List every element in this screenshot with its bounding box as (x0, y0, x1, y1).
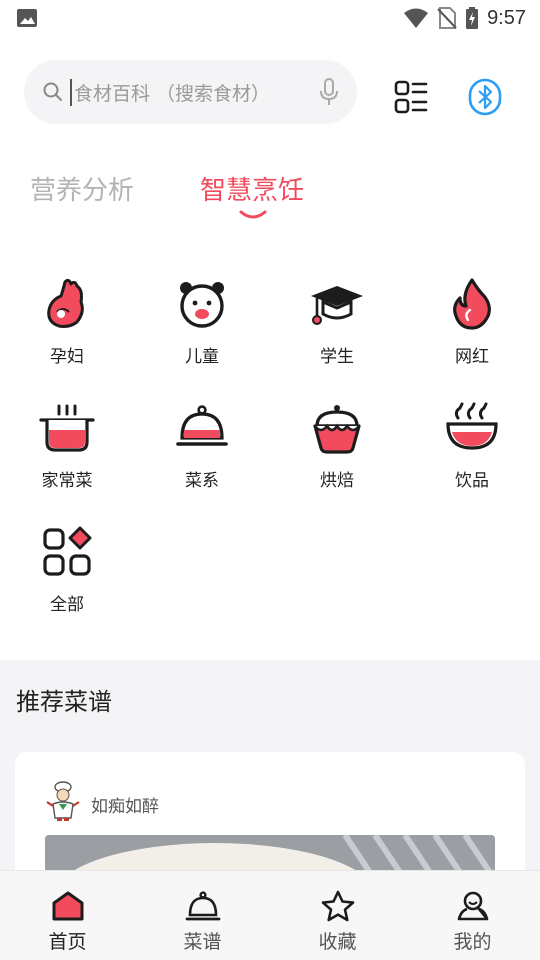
bear-face-icon (180, 282, 224, 328)
grid-all-icon (43, 526, 92, 576)
star-icon (321, 890, 354, 922)
category-drinks[interactable]: 饮品 (417, 400, 527, 500)
search-box[interactable]: 食材百科 （搜索食材） (24, 60, 357, 124)
category-baking[interactable]: 烘焙 (282, 400, 392, 500)
wifi-icon (404, 8, 429, 28)
nav-mine[interactable]: 我的 (405, 871, 540, 960)
category-label: 学生 (320, 347, 354, 367)
nav-favorites[interactable]: 收藏 (270, 871, 405, 960)
scan-icon[interactable] (394, 80, 428, 114)
category-label: 家常菜 (41, 471, 93, 491)
flame-icon (453, 278, 491, 330)
search-input[interactable]: 食材百科 （搜索食材） (70, 78, 319, 106)
category-label: 饮品 (455, 471, 489, 491)
nav-recipes[interactable]: 菜谱 (135, 871, 270, 960)
recommend-title: 推荐菜谱 (16, 688, 112, 716)
nav-label: 首页 (48, 931, 87, 953)
user-icon (457, 891, 488, 921)
category-label: 网红 (455, 347, 489, 367)
category-cuisine[interactable]: 菜系 (147, 400, 257, 500)
battery-charging-icon (466, 7, 479, 29)
image-icon (17, 9, 37, 27)
status-time: 9:57 (487, 6, 526, 29)
home-icon (52, 891, 83, 921)
category-trending[interactable]: 网红 (417, 276, 527, 376)
status-bar: 9:57 (0, 0, 540, 36)
tab-active-indicator (239, 210, 267, 219)
category-all[interactable]: 全部 (12, 524, 122, 624)
category-children[interactable]: 儿童 (147, 276, 257, 376)
category-label: 儿童 (185, 347, 219, 367)
nav-label: 菜谱 (183, 931, 222, 953)
author-avatar (46, 781, 80, 821)
author-name: 如痴如醉 (91, 797, 159, 817)
mic-icon[interactable] (319, 78, 339, 106)
nav-label: 我的 (453, 931, 492, 953)
cupcake-icon (313, 405, 361, 454)
category-label: 菜系 (185, 471, 219, 491)
pot-icon (39, 404, 95, 452)
bottom-nav: 首页 菜谱 收藏 我的 (0, 870, 540, 960)
nav-home[interactable]: 首页 (0, 871, 135, 960)
cloche-icon (185, 891, 220, 921)
pregnant-icon (47, 278, 84, 328)
category-label: 烘焙 (320, 471, 354, 491)
recipe-card[interactable]: 如痴如醉 (15, 752, 525, 882)
hot-drink-bowl-icon (446, 402, 498, 450)
tab-nutrition[interactable]: 营养分析 (30, 170, 134, 207)
category-student[interactable]: 学生 (282, 276, 392, 376)
category-pregnant[interactable]: 孕妇 (12, 276, 122, 376)
category-label: 全部 (50, 595, 84, 615)
nav-label: 收藏 (318, 931, 357, 953)
graduation-cap-icon (311, 286, 363, 325)
category-label: 孕妇 (50, 347, 84, 367)
tab-smart-cooking[interactable]: 智慧烹饪 (200, 170, 304, 207)
category-home-cooking[interactable]: 家常菜 (12, 400, 122, 500)
no-sim-icon (437, 7, 457, 29)
search-icon (43, 82, 62, 101)
cloche-icon (176, 405, 228, 446)
bluetooth-icon[interactable] (468, 78, 502, 116)
